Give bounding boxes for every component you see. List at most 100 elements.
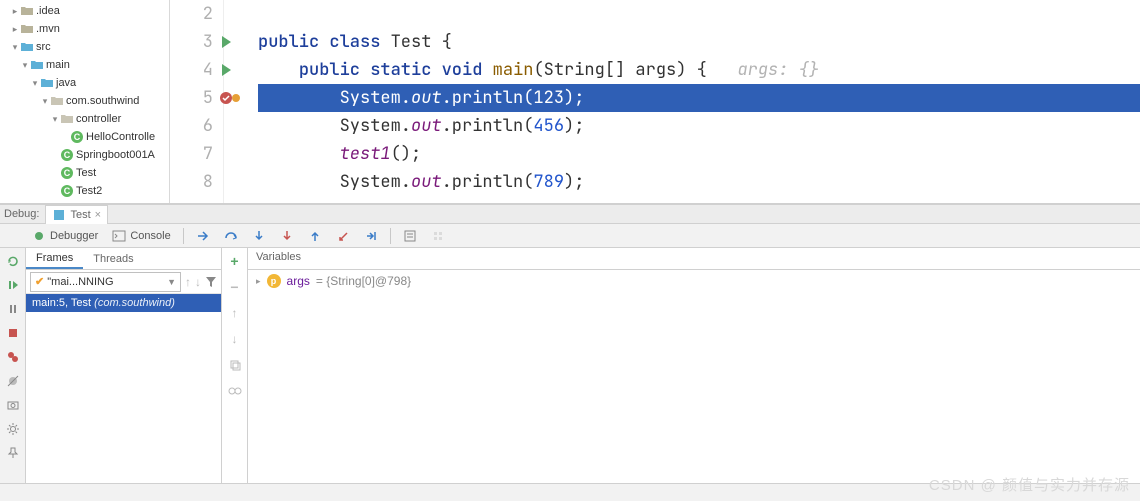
step-into-button[interactable] <box>246 227 272 245</box>
tree-label: HelloControlle <box>86 131 155 143</box>
trace-icon <box>431 229 445 243</box>
arrow-icon <box>196 229 210 243</box>
filter-button[interactable] <box>205 276 217 288</box>
get-thread-dump-button[interactable] <box>4 396 22 414</box>
tree-arrow-icon: ▸ <box>10 24 20 35</box>
code-line[interactable]: public class Test { <box>258 28 1140 56</box>
force-step-into-button[interactable] <box>274 227 300 245</box>
resume-icon <box>6 278 20 292</box>
source-folder-icon <box>30 58 44 72</box>
stop-button[interactable] <box>4 324 22 342</box>
copy-icon <box>229 359 241 371</box>
param-badge-icon: p <box>267 274 281 288</box>
tree-label: .idea <box>36 5 60 17</box>
tree-item[interactable]: CHelloControlle <box>0 128 169 146</box>
code-line[interactable]: System.out.println(123); <box>258 84 1140 112</box>
tree-item[interactable]: CTest <box>0 164 169 182</box>
debug-run-tab[interactable]: Test × <box>45 205 108 224</box>
code-line[interactable]: System.out.println(456); <box>258 112 1140 140</box>
variable-row[interactable]: ▸ p args = {String[0]@798} <box>248 270 1140 292</box>
tree-item[interactable]: ▾src <box>0 38 169 56</box>
tree-item[interactable]: CTest2 <box>0 182 169 200</box>
thread-selector[interactable]: ✔ "mai...NNING ▼ <box>30 272 181 292</box>
down-button[interactable]: ↓ <box>226 330 244 348</box>
execution-point-icon <box>232 94 240 102</box>
tree-item[interactable]: CSpringboot001A <box>0 146 169 164</box>
debug-tool-window-header[interactable]: Debug: Test × <box>0 204 1140 224</box>
class-icon: C <box>60 202 74 203</box>
step-over-button[interactable] <box>218 227 244 245</box>
folder-icon <box>20 4 34 18</box>
run-to-cursor-icon <box>364 229 378 243</box>
line-number[interactable]: 8 <box>170 168 213 196</box>
pause-button[interactable] <box>4 300 22 318</box>
chevron-down-icon: ▼ <box>167 277 176 287</box>
package-icon <box>50 94 64 108</box>
copy-button[interactable] <box>226 356 244 374</box>
rerun-button[interactable] <box>4 252 22 270</box>
gear-icon <box>6 422 20 436</box>
tree-item[interactable]: ▾ java <box>0 74 169 92</box>
stack-frame-row[interactable]: main:5, Test (com.southwind) <box>26 294 221 312</box>
mute-breakpoints-button[interactable] <box>4 372 22 390</box>
frames-panel: Frames Threads ✔ "mai...NNING ▼ ↑ ↓ main… <box>26 248 222 483</box>
project-tree[interactable]: ▸.idea▸.mvn▾src▾main▾java▾com.southwind▾… <box>0 0 170 203</box>
run-to-cursor-button[interactable] <box>358 227 384 245</box>
code-line[interactable]: System.out.println(789); <box>258 168 1140 196</box>
tree-item[interactable]: ▾com.southwind <box>0 92 169 110</box>
calculator-icon <box>403 229 417 243</box>
settings-button[interactable] <box>4 420 22 438</box>
view-breakpoints-button[interactable] <box>4 348 22 366</box>
tree-label: Test <box>76 167 96 179</box>
debugger-tab[interactable]: Debugger <box>26 227 104 245</box>
code-editor[interactable]: 2345678 public class Test { public stati… <box>170 0 1140 203</box>
threads-tab[interactable]: Threads <box>83 250 143 268</box>
line-number[interactable]: 7 <box>170 140 213 168</box>
line-number[interactable]: 5 <box>170 84 213 112</box>
pause-icon <box>6 302 20 316</box>
code-line[interactable]: test1(); <box>258 140 1140 168</box>
folder-icon <box>20 22 34 36</box>
tree-item[interactable]: CTest3 <box>0 200 169 203</box>
variable-value: = {String[0]@798} <box>316 274 411 288</box>
next-frame-button[interactable]: ↓ <box>195 275 201 289</box>
remove-watch-button[interactable]: − <box>226 278 244 296</box>
tree-item[interactable]: ▸.mvn <box>0 20 169 38</box>
add-watch-button[interactable]: + <box>226 252 244 270</box>
trace-button[interactable] <box>425 227 451 245</box>
chevron-right-icon: ▸ <box>256 276 261 287</box>
status-bar <box>0 483 1140 501</box>
tree-label: java <box>56 77 76 89</box>
tree-arrow-icon: ▾ <box>30 78 40 89</box>
tree-arrow-icon: ▾ <box>10 42 20 53</box>
show-watches-button[interactable] <box>226 382 244 400</box>
step-out-button[interactable] <box>302 227 328 245</box>
step-over-icon <box>224 229 238 243</box>
code-line[interactable] <box>258 0 1140 28</box>
drop-frame-button[interactable] <box>330 227 356 245</box>
tree-item[interactable]: ▾main <box>0 56 169 74</box>
line-number[interactable]: 4 <box>170 56 213 84</box>
line-number[interactable]: 3 <box>170 28 213 56</box>
camera-icon <box>6 398 20 412</box>
tree-item[interactable]: ▾controller <box>0 110 169 128</box>
pin-button[interactable] <box>4 444 22 462</box>
tree-label: main <box>46 59 70 71</box>
step-out-icon <box>308 229 322 243</box>
code-line[interactable]: public static void main(String[] args) {… <box>258 56 1140 84</box>
glasses-icon <box>228 386 242 396</box>
line-number[interactable]: 6 <box>170 112 213 140</box>
prev-frame-button[interactable]: ↑ <box>185 275 191 289</box>
close-icon[interactable]: × <box>95 209 101 221</box>
class-icon: C <box>60 148 74 162</box>
frames-tab[interactable]: Frames <box>26 249 83 269</box>
class-icon: C <box>70 130 84 144</box>
console-tab[interactable]: Console <box>106 227 176 245</box>
resume-button[interactable] <box>4 276 22 294</box>
tree-item[interactable]: ▸.idea <box>0 2 169 20</box>
evaluate-expression-button[interactable] <box>397 227 423 245</box>
line-number[interactable]: 2 <box>170 0 213 28</box>
source-folder-icon <box>40 76 54 90</box>
show-execution-point-button[interactable] <box>190 227 216 245</box>
up-button[interactable]: ↑ <box>226 304 244 322</box>
